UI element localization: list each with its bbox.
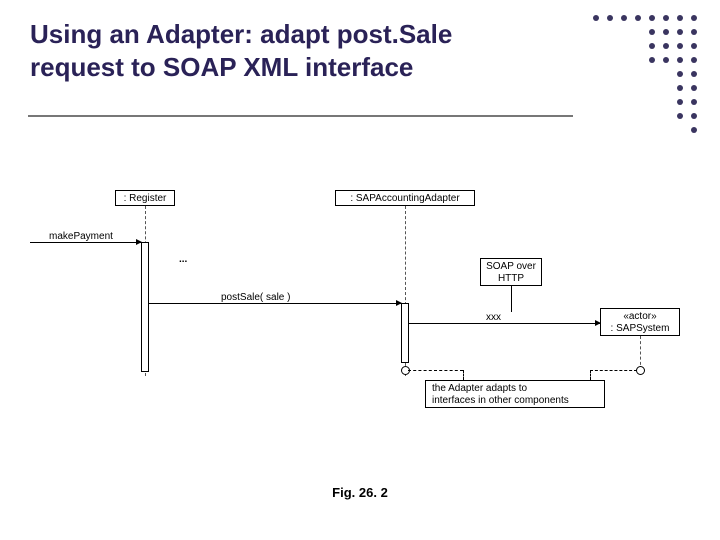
sequence-diagram: : Register : SAPAccountingAdapter «actor… (30, 190, 700, 450)
lifeline-actor (640, 336, 641, 370)
note-soap-connector (511, 286, 512, 312)
note-anchor-actor (636, 366, 645, 375)
arrow-postsale (149, 303, 401, 304)
note-connector-adapter (408, 370, 463, 371)
title-underline (28, 115, 573, 117)
note-soap: SOAP over HTTP (480, 258, 542, 286)
participant-adapter: : SAPAccountingAdapter (335, 190, 475, 206)
note-connector-actor-v (590, 370, 591, 380)
note-connector-actor (590, 370, 637, 371)
note-connector-adapter-v (463, 370, 464, 380)
msg-xxx: xxx (485, 312, 502, 323)
slide-title: Using an Adapter: adapt post.Sale reques… (30, 18, 550, 83)
msg-dots: ... (178, 254, 188, 265)
note-adapter: the Adapter adapts to interfaces in othe… (425, 380, 605, 408)
participant-actor: «actor» : SAPSystem (600, 308, 680, 336)
arrow-makepayment (30, 242, 141, 243)
activation-adapter (401, 303, 409, 363)
dot-decoration (586, 10, 706, 140)
msg-postsale: postSale( sale ) (220, 292, 291, 303)
activation-register (141, 242, 149, 372)
figure-caption: Fig. 26. 2 (0, 485, 720, 500)
msg-makepayment: makePayment (48, 231, 114, 242)
arrow-xxx (409, 323, 600, 324)
participant-register: : Register (115, 190, 175, 206)
